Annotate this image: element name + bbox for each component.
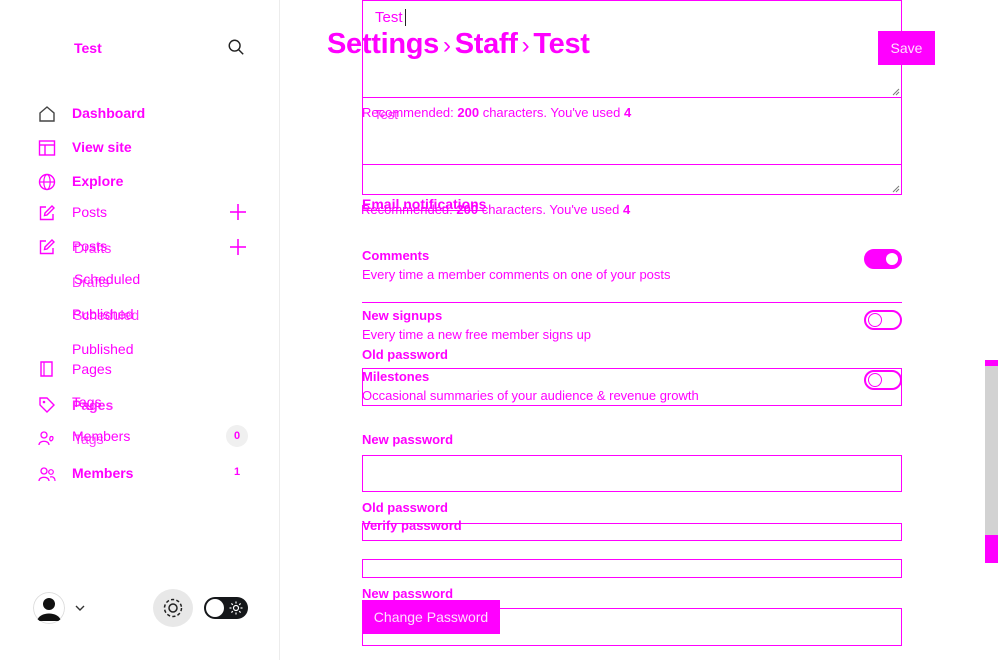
change-password-button[interactable]: Change Password (362, 600, 500, 634)
milestones-description: Occasional summaries of your audience & … (362, 388, 699, 403)
sidebar: Test Dashboard View site Explore Posts P… (0, 0, 280, 660)
comments-label: Comments (362, 248, 430, 263)
nav-members[interactable]: Members (72, 465, 133, 481)
members-icon (38, 465, 56, 483)
nav-published[interactable]: Published (72, 341, 134, 357)
text-cursor (405, 9, 406, 26)
new-password-label-duplicate: New password (362, 586, 454, 601)
bio-input-value: Test (374, 107, 398, 122)
site-title[interactable]: Test (74, 40, 102, 56)
new-post-plus-icon[interactable] (228, 202, 248, 222)
page-title: Settings › Staff › Test (327, 28, 590, 61)
old-password-label: Old password (362, 347, 448, 362)
nav-pages-overlap[interactable]: Pages (72, 397, 113, 413)
nav-tags-overlap[interactable]: Tags (74, 431, 104, 447)
chevron-down-icon[interactable] (74, 601, 86, 613)
sun-icon (229, 601, 243, 615)
nav-view-site[interactable]: View site (72, 139, 132, 155)
milestones-label: Milestones (362, 369, 430, 384)
theme-toggle-knob (206, 599, 224, 617)
recommended-hint: Recommended: 200 characters. You've used… (362, 105, 632, 120)
breadcrumb-current: Test (533, 28, 590, 60)
signups-label: New signups (362, 308, 443, 323)
verify-password-input[interactable] (362, 559, 902, 578)
members-heart-icon (38, 429, 56, 447)
globe-icon (38, 173, 56, 191)
resize-handle-icon[interactable] (892, 185, 900, 193)
new-post-plus-icon-duplicate[interactable] (228, 237, 248, 257)
bio-inner-divider (363, 164, 901, 165)
nav-posts[interactable]: Posts (72, 204, 107, 220)
nav-pages[interactable]: Pages (72, 361, 112, 377)
avatar[interactable] (33, 592, 65, 624)
email-notifications-heading: Email notifications (362, 196, 487, 212)
breadcrumb-settings[interactable]: Settings (327, 28, 439, 60)
milestones-toggle[interactable] (864, 370, 902, 390)
members-count-secondary: 1 (233, 466, 241, 478)
signups-description: Every time a new free member signs up (362, 327, 592, 342)
save-button[interactable]: Save (878, 31, 935, 65)
comments-description: Every time a member comments on one of y… (362, 267, 671, 282)
edit-icon (38, 204, 56, 222)
theme-toggle[interactable] (204, 597, 248, 619)
search-icon[interactable] (227, 38, 247, 58)
breadcrumb-separator: › (521, 32, 530, 59)
old-password-label-duplicate: Old password (362, 500, 448, 515)
nav-drafts[interactable]: Drafts (72, 274, 109, 290)
nav-drafts-overlap[interactable]: Drafts (74, 240, 111, 256)
book-icon (38, 360, 56, 378)
settings-button[interactable] (153, 589, 193, 627)
edit-icon-duplicate (38, 238, 56, 256)
comments-toggle[interactable] (864, 249, 902, 269)
name-input-value: Test (375, 9, 403, 26)
divider (362, 302, 902, 303)
signups-toggle[interactable] (864, 310, 902, 330)
resize-handle-icon[interactable] (892, 88, 900, 96)
breadcrumb-separator: › (443, 32, 451, 59)
layout-icon (38, 139, 56, 157)
nav-explore[interactable]: Explore (72, 173, 123, 189)
breadcrumb-staff[interactable]: Staff (455, 28, 518, 60)
members-count-badge: 0 (226, 425, 248, 447)
scrollbar-marker-top (985, 360, 998, 366)
home-icon (38, 105, 56, 123)
new-password-input[interactable] (362, 455, 902, 492)
scrollbar-thumb[interactable] (985, 535, 998, 563)
new-password-label: New password (362, 432, 454, 447)
old-password-input-duplicate[interactable] (362, 523, 902, 541)
scrollbar[interactable] (985, 360, 998, 563)
tag-icon (38, 396, 56, 414)
nav-scheduled-overlap[interactable]: Scheduled (73, 307, 139, 323)
nav-dashboard[interactable]: Dashboard (72, 105, 145, 121)
